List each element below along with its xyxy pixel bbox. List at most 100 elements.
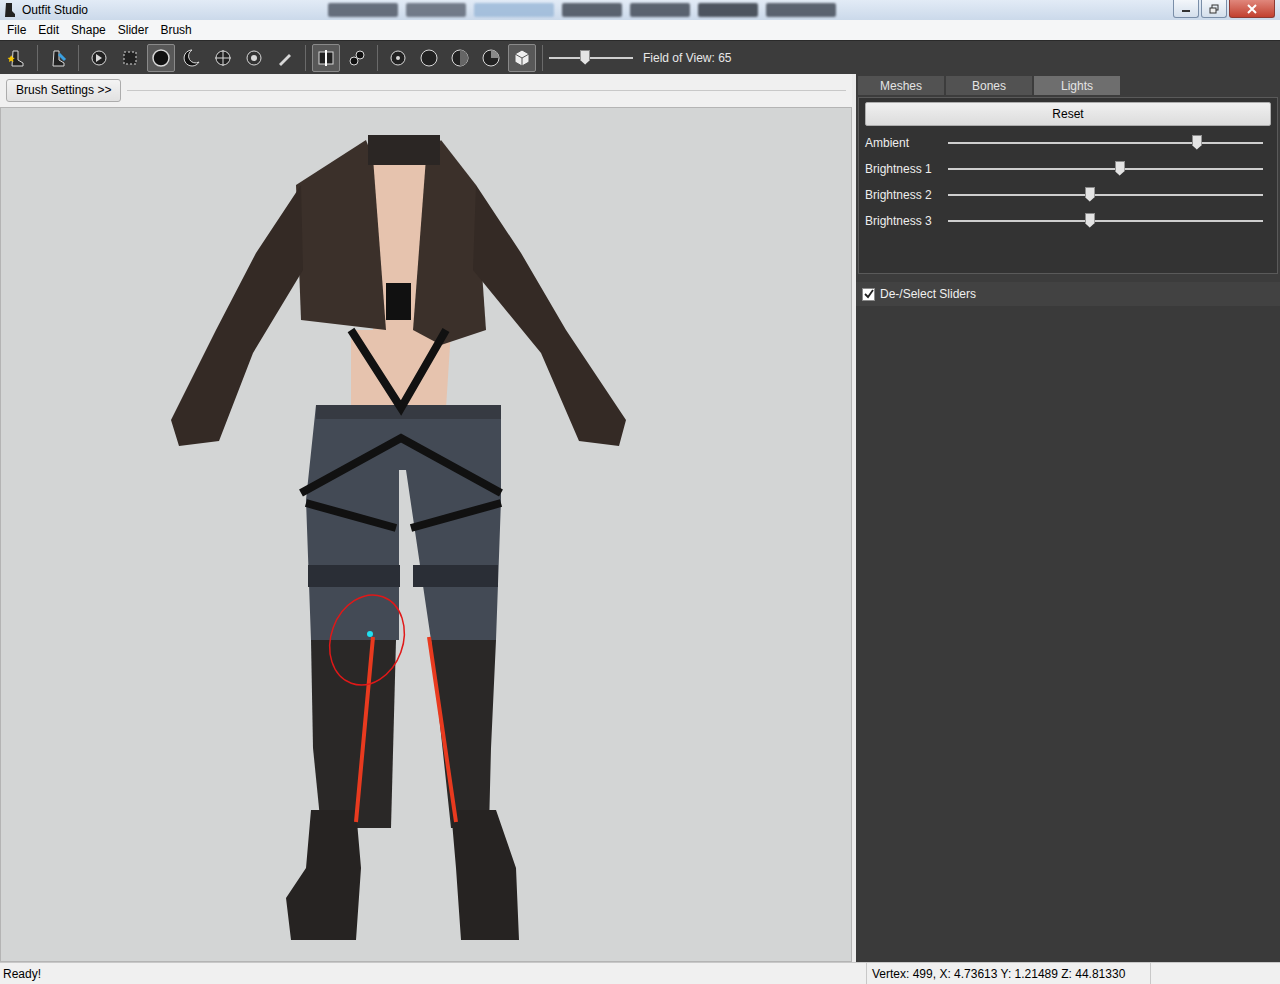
light-slider[interactable]: [948, 160, 1263, 178]
app-window: Outfit Studio FileEditShapeSliderBrush Fie…: [0, 0, 1280, 984]
tool-group: [312, 44, 371, 72]
panel-tabs: MeshesBonesLights: [856, 76, 1280, 95]
title-bar: Outfit Studio: [0, 0, 1280, 20]
app-icon: [4, 2, 16, 18]
tool-icon: [419, 48, 439, 68]
menu-item[interactable]: Edit: [32, 20, 65, 40]
slider-track: [948, 142, 1263, 144]
tool-icon: [388, 48, 408, 68]
tool-button[interactable]: [147, 44, 175, 72]
window-controls: [1173, 0, 1280, 18]
outfit-model[interactable]: [1, 108, 852, 960]
minimize-icon: [1181, 5, 1191, 13]
slider-thumb[interactable]: [580, 50, 590, 65]
tool-button[interactable]: [240, 44, 268, 72]
maximize-button[interactable]: [1201, 0, 1227, 18]
tool-group: [3, 44, 31, 72]
tool-icon: [244, 48, 264, 68]
slider-thumb[interactable]: [1192, 135, 1202, 150]
reset-button[interactable]: Reset: [865, 102, 1271, 126]
tool-button[interactable]: [44, 44, 72, 72]
light-slider[interactable]: [948, 134, 1263, 152]
seam-highlight: [356, 637, 456, 822]
toolbar: Field of View: 65: [0, 40, 1280, 74]
menu-item[interactable]: Shape: [65, 20, 112, 40]
viewport-column: Brush Settings >>: [0, 74, 852, 962]
left-boot: [286, 810, 361, 940]
tool-button[interactable]: [508, 44, 536, 72]
viewport[interactable]: [0, 107, 852, 962]
tool-button[interactable]: [116, 44, 144, 72]
window-title: Outfit Studio: [22, 3, 88, 17]
slider-track: [549, 57, 633, 59]
panel-tab[interactable]: Meshes: [858, 76, 944, 95]
tool-button[interactable]: [271, 44, 299, 72]
menu-item[interactable]: File: [1, 20, 32, 40]
menu-item[interactable]: Brush: [154, 20, 197, 40]
harness: [301, 330, 501, 528]
tool-button[interactable]: [477, 44, 505, 72]
close-icon: [1247, 4, 1257, 14]
tool-icon: [213, 48, 233, 68]
select-sliders-row[interactable]: De-/Select Sliders: [856, 282, 1280, 306]
toolbar-separator: [37, 45, 38, 71]
left-sleeve: [171, 185, 303, 446]
tool-icon: [275, 48, 295, 68]
tool-icon: [512, 48, 532, 68]
status-vertex: Vertex: 499, X: 4.73613 Y: 1.21489 Z: 44…: [866, 963, 1150, 984]
left-leg-band: [308, 565, 400, 587]
tool-icon: [89, 48, 109, 68]
tool-icon: [450, 48, 470, 68]
collar: [368, 135, 440, 165]
sliders-list: [856, 306, 1280, 962]
panel-tab[interactable]: Bones: [946, 76, 1032, 95]
menu-item[interactable]: Slider: [112, 20, 155, 40]
tool-icon: [120, 48, 140, 68]
fov-label: Field of View: 65: [643, 51, 732, 65]
panel-tab[interactable]: Lights: [1034, 76, 1120, 95]
tool-button[interactable]: [415, 44, 443, 72]
tool-icon: [182, 48, 202, 68]
toolbar-separator: [542, 45, 543, 71]
status-message: Ready!: [0, 963, 866, 984]
tool-button[interactable]: [178, 44, 206, 72]
toolbar-separator: [377, 45, 378, 71]
main-area: Brush Settings >> MeshesBonesLights Reset A…: [0, 74, 1280, 962]
check-icon: [864, 289, 874, 299]
tool-button[interactable]: [312, 44, 340, 72]
brush-bar-rule: [127, 90, 846, 91]
toolbar-separator: [305, 45, 306, 71]
tool-button[interactable]: [343, 44, 371, 72]
tool-button[interactable]: [446, 44, 474, 72]
light-row: Ambient: [865, 130, 1271, 155]
tool-button[interactable]: [384, 44, 412, 72]
light-slider[interactable]: [948, 186, 1263, 204]
tool-button[interactable]: [209, 44, 237, 72]
tool-button[interactable]: [3, 44, 31, 72]
light-row: Brightness 1: [865, 156, 1271, 181]
slider-track: [948, 220, 1263, 222]
minimize-button[interactable]: [1173, 0, 1199, 18]
tool-button[interactable]: [85, 44, 113, 72]
right-leg-band: [413, 565, 498, 587]
tool-icon: [347, 48, 367, 68]
light-label: Brightness 1: [865, 162, 948, 176]
restore-icon: [1209, 4, 1219, 14]
tool-group: [384, 44, 536, 72]
slider-thumb[interactable]: [1085, 213, 1095, 228]
toolbar-separator: [78, 45, 79, 71]
tool-icon: [48, 48, 68, 68]
select-sliders-checkbox[interactable]: [862, 288, 875, 301]
status-bar: Ready!Vertex: 499, X: 4.73613 Y: 1.21489…: [0, 962, 1280, 984]
slider-thumb[interactable]: [1115, 161, 1125, 176]
brush-bar: Brush Settings >>: [0, 74, 852, 107]
title-redaction: [328, 3, 836, 17]
slider-thumb[interactable]: [1085, 187, 1095, 202]
light-slider[interactable]: [948, 212, 1263, 230]
left-sock: [311, 640, 396, 828]
brush-settings-button[interactable]: Brush Settings >>: [6, 79, 121, 102]
status-extra: [1150, 963, 1280, 984]
fov-slider[interactable]: [549, 49, 633, 67]
close-button[interactable]: [1229, 0, 1275, 18]
tool-group: [44, 44, 72, 72]
